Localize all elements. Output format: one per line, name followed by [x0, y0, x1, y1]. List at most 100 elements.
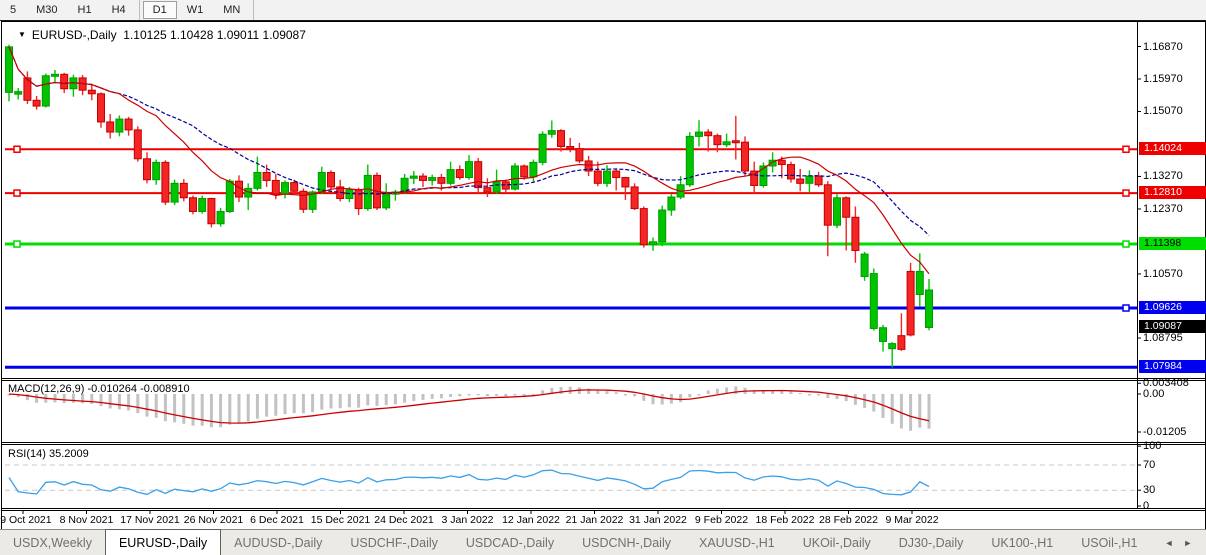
macd-bar	[688, 394, 691, 397]
candle-body	[797, 179, 804, 183]
candle-body	[171, 183, 178, 202]
candle-body	[383, 194, 390, 208]
macd-bar	[477, 394, 480, 395]
timeframe-button-5[interactable]: 5	[0, 1, 26, 19]
timeframe-button-d1[interactable]: D1	[143, 1, 177, 19]
ma-layer	[9, 47, 929, 236]
tab-usdcnh-daily[interactable]: USDCNH-,Daily	[569, 530, 684, 555]
macd-bar	[698, 394, 701, 396]
candle-body	[852, 217, 859, 250]
candle-body	[328, 172, 335, 186]
macd-bar	[376, 394, 379, 406]
date-label: 3 Jan 2022	[442, 514, 494, 526]
tab-eurusd-daily[interactable]: EURUSD-,Daily	[105, 529, 221, 555]
tab-xauusd-h1[interactable]: XAUUSD-,H1	[686, 530, 788, 555]
macd-bar	[458, 394, 461, 396]
macd-bar	[808, 394, 811, 396]
price-axis-tick: 1.16870	[1143, 41, 1183, 53]
date-label: 29 Oct 2021	[0, 514, 52, 526]
candle-body	[42, 76, 49, 106]
macd-bar	[164, 394, 167, 421]
macd-bar	[422, 394, 425, 400]
price-badge-1.11398: 1.11398	[1139, 237, 1206, 250]
macd-bar	[716, 389, 719, 394]
tab-usdx-weekly[interactable]: USDX,Weekly	[0, 530, 105, 555]
timeframe-button-h1[interactable]: H1	[68, 1, 102, 19]
macd-bar	[606, 391, 609, 394]
macd-bar	[734, 386, 737, 394]
macd-bar	[320, 394, 323, 410]
macd-bar	[615, 392, 618, 394]
tabs-scroll-right-icon[interactable]: ►	[1183, 538, 1192, 548]
macd-bar	[679, 394, 682, 402]
macd-bar	[541, 390, 544, 394]
axis-tick-marks	[23, 47, 1141, 515]
timeframe-button-h4[interactable]: H4	[102, 1, 136, 19]
line-handle	[1123, 305, 1129, 311]
chart-dropdown-icon[interactable]: ▼	[18, 30, 26, 39]
macd-bar	[100, 394, 103, 406]
candle-body	[742, 142, 749, 171]
tab-dj30-daily[interactable]: DJ30-,Daily	[886, 530, 977, 555]
trading-platform-window: 5M30H1H4D1W1MN ▼EURUSD-,Daily 1.10125 1.…	[0, 0, 1206, 555]
tab-usdcad-daily[interactable]: USDCAD-,Daily	[453, 530, 567, 555]
macd-bar	[403, 394, 406, 403]
candle-body	[52, 74, 59, 76]
candle-body	[475, 162, 482, 188]
candle-body	[447, 170, 454, 184]
macd-bar	[155, 394, 158, 418]
tab-usoil-h1[interactable]: USOil-,H1	[1068, 530, 1150, 555]
macd-bar	[182, 394, 185, 424]
chart-window[interactable]: ▼EURUSD-,Daily 1.10125 1.10428 1.09011 1…	[1, 21, 1206, 530]
macd-bar	[523, 394, 526, 396]
candle-body	[723, 142, 730, 145]
date-label: 18 Feb 2022	[756, 514, 815, 526]
price-axis-tick: 1.12370	[1143, 203, 1183, 215]
candle-body	[622, 178, 629, 187]
candle-body	[226, 181, 233, 211]
candle-body	[870, 274, 877, 329]
line-handle	[1123, 190, 1129, 196]
macd-bar	[624, 394, 627, 396]
candle-body	[98, 94, 105, 122]
price-axis-tick: 1.15970	[1143, 73, 1183, 85]
candle-body	[199, 198, 206, 211]
rsi-axis-tick: 70	[1143, 459, 1155, 471]
macd-bar	[210, 394, 213, 427]
macd-bar	[394, 394, 397, 404]
chart-ohlc-values: 1.10125 1.10428 1.09011 1.09087	[123, 28, 306, 42]
macd-bar	[486, 394, 489, 396]
tab-ukoil-daily[interactable]: UKOil-,Daily	[790, 530, 884, 555]
macd-bar	[173, 394, 176, 422]
candle-body	[456, 170, 463, 178]
candle-body	[604, 171, 611, 183]
macd-bar	[109, 394, 112, 408]
tab-usdchf-daily[interactable]: USDCHF-,Daily	[337, 530, 451, 555]
candle-body	[272, 180, 279, 194]
macd-bar	[918, 394, 921, 428]
tab-audusd-daily[interactable]: AUDUSD-,Daily	[221, 530, 335, 555]
rsi-axis-tick: 30	[1143, 484, 1155, 496]
candle-body	[502, 182, 509, 189]
macd-bar	[90, 394, 93, 404]
chart-canvas[interactable]	[2, 22, 1205, 529]
candle-body	[484, 188, 491, 192]
candle-body	[153, 162, 160, 179]
candle-body	[364, 175, 371, 208]
candle-body	[815, 176, 822, 185]
macd-bar	[302, 394, 305, 413]
timeframe-button-mn[interactable]: MN	[213, 1, 250, 19]
tabs-scroll-controls: ◄►	[1150, 530, 1206, 555]
tab-uk100-h1[interactable]: UK100-,H1	[978, 530, 1066, 555]
timeframe-button-w1[interactable]: W1	[177, 1, 214, 19]
macd-bar	[928, 394, 931, 429]
candle-body	[705, 132, 712, 136]
tabs-scroll-left-icon[interactable]: ◄	[1164, 538, 1173, 548]
timeframe-button-m30[interactable]: M30	[26, 1, 67, 19]
candle-body	[788, 165, 795, 179]
timeframe-toolbar: 5M30H1H4 D1W1MN	[0, 0, 1206, 21]
macd-bar	[228, 394, 231, 425]
macd-bar	[560, 387, 563, 394]
candle-body	[640, 209, 647, 245]
rsi-layer	[5, 465, 1137, 495]
